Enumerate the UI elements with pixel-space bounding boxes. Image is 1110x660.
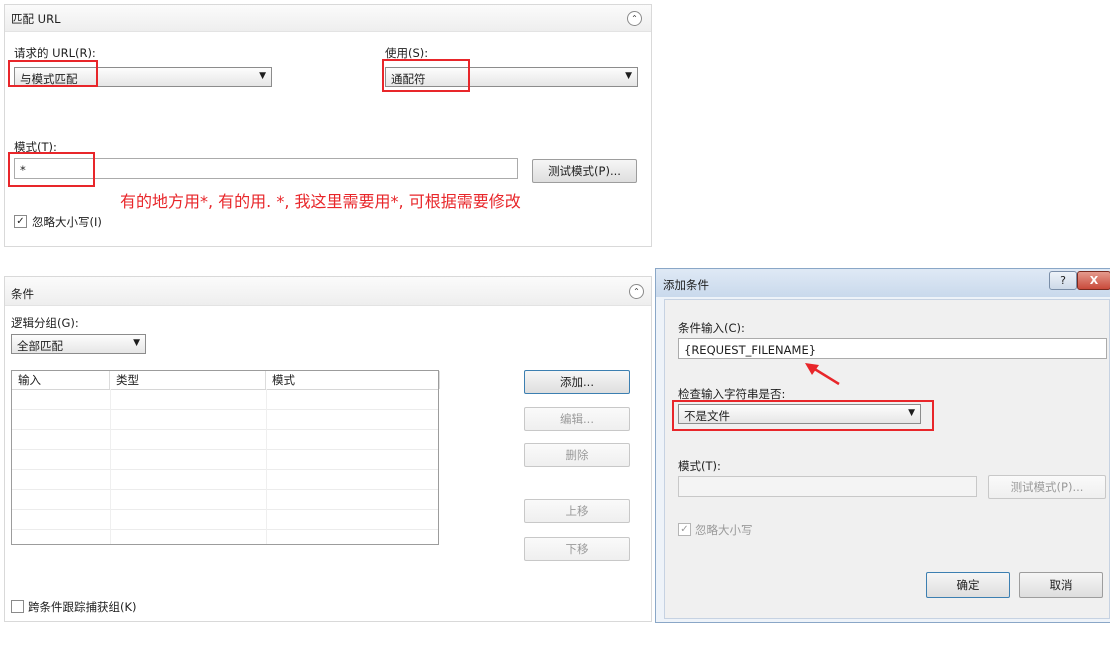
logical-group-select[interactable]: 全部匹配 ▼ [11,334,146,354]
table-row-divider [12,529,438,530]
test-pattern-button[interactable]: 测试模式(P)... [532,159,637,183]
chevron-down-icon: ▼ [259,71,266,81]
close-icon: X [1089,274,1099,287]
track-groups-checkbox[interactable] [11,600,24,613]
collapse-icon[interactable]: ⌃ [629,284,644,299]
condition-input-field[interactable]: {REQUEST_FILENAME} [678,338,1107,359]
dialog-pattern-label: 模式(T): [678,459,721,473]
logical-group-label: 逻辑分组(G): [11,316,79,330]
chevron-down-icon: ▼ [625,71,632,81]
highlight-requested-url [8,60,98,87]
help-button[interactable]: ? [1049,271,1077,290]
match-url-panel: 匹配 URL ⌃ 请求的 URL(R): 与模式匹配 ▼ 使用(S): 通配符 … [4,4,652,247]
match-url-title: 匹配 URL [11,12,61,26]
conditions-table: 输入 类型 模式 [11,370,440,545]
annotation-text: 有的地方用*, 有的用. *, 我这里需要用*, 可根据需要修改 [120,192,521,211]
conditions-header: 条件 ⌃ [5,277,651,306]
dialog-test-pattern-button[interactable]: 测试模式(P)... [988,475,1106,499]
requested-url-label: 请求的 URL(R): [14,46,96,60]
highlight-check-if [672,400,934,431]
dialog-titlebar: 添加条件 ? X [656,269,1110,297]
add-condition-button[interactable]: 添加... [524,370,630,394]
annotation-arrow-icon [805,363,840,386]
highlight-pattern [8,152,95,187]
column-header-pattern[interactable]: 模式 [266,371,440,389]
ignore-case-label: 忽略大小写(I) [32,215,102,229]
collapse-icon[interactable]: ⌃ [627,11,642,26]
close-button[interactable]: X [1077,271,1110,290]
table-col-divider [110,389,111,544]
move-up-button[interactable]: 上移 [524,499,630,523]
dialog-pattern-input[interactable] [678,476,977,497]
column-header-type[interactable]: 类型 [110,371,266,389]
table-row-divider [12,489,438,490]
column-header-input[interactable]: 输入 [12,371,110,389]
table-row-divider [12,449,438,450]
table-col-divider [266,389,267,544]
table-row-divider [12,429,438,430]
help-icon: ? [1060,274,1066,287]
dialog-title: 添加条件 [663,278,709,292]
track-groups-label: 跨条件跟踪捕获组(K) [28,600,137,614]
ok-button[interactable]: 确定 [926,572,1010,598]
cancel-button[interactable]: 取消 [1019,572,1103,598]
add-condition-dialog: 添加条件 ? X 条件输入(C): {REQUEST_FILENAME} 检查输… [655,268,1110,623]
table-row-divider [12,509,438,510]
ignore-case-checkbox[interactable]: ✓ [14,215,27,228]
dialog-ignore-case-checkbox[interactable]: ✓ [678,523,691,536]
conditions-title: 条件 [11,287,34,301]
table-row-divider [12,409,438,410]
match-url-header: 匹配 URL ⌃ [5,5,651,32]
edit-condition-button[interactable]: 编辑... [524,407,630,431]
condition-input-label: 条件输入(C): [678,321,745,335]
delete-condition-button[interactable]: 删除 [524,443,630,467]
table-row-divider [12,389,438,390]
dialog-ignore-case-label: 忽略大小写 [695,523,753,537]
dialog-body: 条件输入(C): {REQUEST_FILENAME} 检查输入字符串是否: 不… [664,299,1110,619]
move-down-button[interactable]: 下移 [524,537,630,561]
highlight-using [382,59,470,92]
conditions-panel: 条件 ⌃ 逻辑分组(G): 全部匹配 ▼ 输入 类型 模式 添加... 编辑..… [4,276,652,622]
table-row-divider [12,469,438,470]
chevron-down-icon: ▼ [133,338,140,348]
